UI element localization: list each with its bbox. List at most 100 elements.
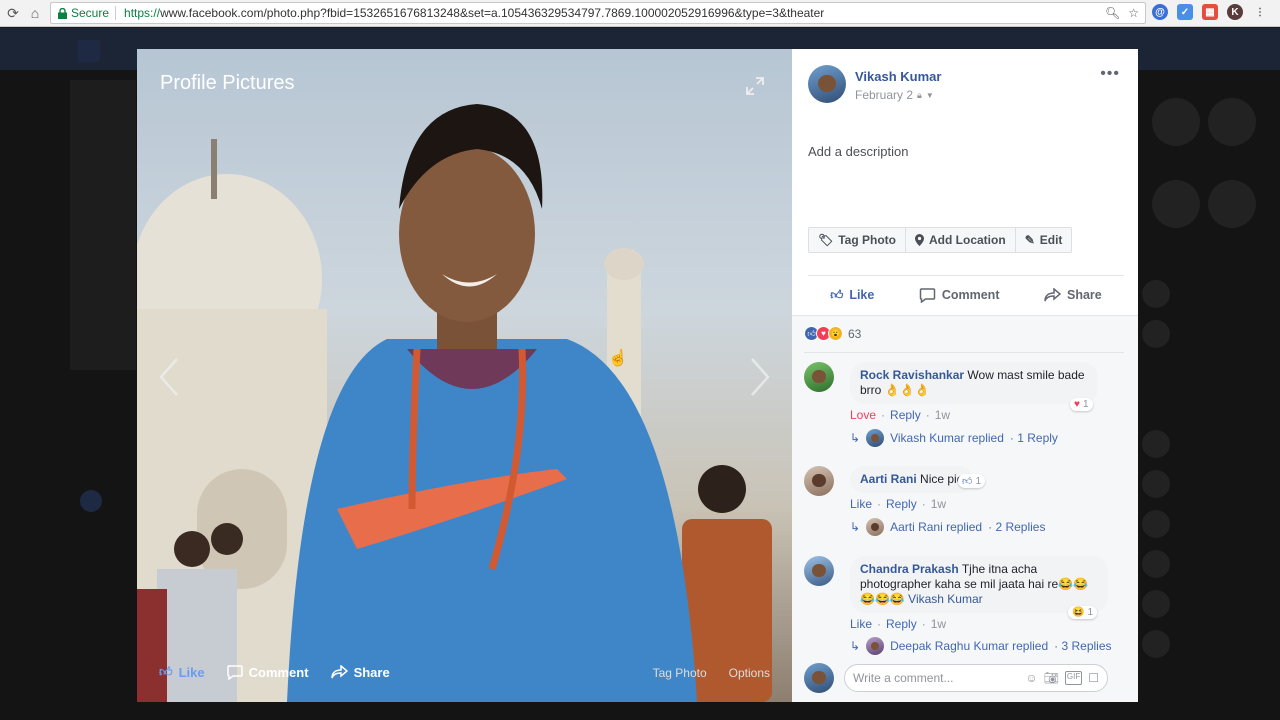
comment-item: Rock Ravishankar Wow mast smile bade brr… [804,362,1126,452]
post-actions: 👍︎ Like Comment Share [808,281,1124,309]
badge-count: 1 [1082,399,1089,410]
privacy-dropdown-icon[interactable]: ▼ [926,91,934,100]
replier-avatar [866,637,885,655]
share-button[interactable]: Share [1044,288,1102,302]
url-scheme: https:// [124,6,161,20]
expand-fullscreen-icon[interactable] [746,77,764,98]
author-name-link[interactable]: Vikash Kumar [855,69,941,84]
comment-bubble: Aarti Rani Nice pic [850,466,973,493]
comment-reaction-badge[interactable]: ♥ 1 [1070,398,1093,411]
extension-icon-2[interactable]: ✓ [1177,4,1193,20]
comment-button[interactable]: Comment [919,287,1000,303]
reply-link[interactable]: Reply [890,408,921,422]
view-replies-link[interactable]: ↳ Vikash Kumar replied · 1 Reply [850,429,1058,447]
menu-icon[interactable]: ⋮ [1252,4,1268,20]
divider [808,275,1124,276]
comment-time[interactable]: 1w [931,497,946,511]
comment-meta: Like · Reply · 1w [850,497,947,511]
post-date: February 2 🔒︎ ▼ [855,88,941,102]
thumbs-up-icon: 👍︎ [159,664,173,679]
extension-icon-1[interactable]: @ [1152,4,1168,20]
write-comment-row: Write a comment... ☺ 📷︎ GIF ☐ [804,663,1108,693]
add-location-label: Add Location [929,233,1006,247]
reply-count: · 1 Reply [1009,431,1058,445]
like-button[interactable]: 👍︎ Like [830,288,874,303]
reply-author: Vikash Kumar replied [890,431,1004,445]
view-replies-link[interactable]: ↳ Aarti Rani replied · 2 Replies [850,518,1045,536]
commenter-name[interactable]: Rock Ravishankar [860,368,964,382]
extension-icon-3[interactable]: ▦ [1202,4,1218,20]
current-user-avatar[interactable] [804,663,834,693]
comment-input[interactable]: Write a comment... ☺ 📷︎ GIF ☐ [844,664,1108,692]
lock-icon [58,7,67,19]
photo-options-link[interactable]: Options [729,666,770,680]
commenter-name[interactable]: Aarti Rani [860,472,917,486]
comment-text: Wow mast smile bade [967,368,1085,382]
comment-time[interactable]: 1w [935,408,950,422]
mention-link[interactable]: Vikash Kumar [908,592,982,606]
reply-author: Deepak Raghu Kumar replied [890,639,1049,653]
zoom-icon[interactable]: 🔍︎ [1105,6,1120,20]
thumbs-up-icon: 👍︎ [830,287,844,302]
address-bar[interactable]: Secure https://www.facebook.com/photo.ph… [50,2,1146,24]
extension-icon-4[interactable]: K [1227,4,1243,20]
reply-link[interactable]: Reply [886,617,917,631]
edit-label: Edit [1039,233,1063,247]
add-location-button[interactable]: Add Location [906,228,1016,252]
divider [804,352,1124,353]
comment-reaction-badge[interactable]: 👍︎ 1 [958,474,986,488]
url-rest: www.facebook.com/photo.php?fbid=15326516… [160,6,825,20]
sticker-icon[interactable]: ☐ [1088,671,1099,685]
wow-reaction-icon: 😮 [828,326,843,341]
author-avatar[interactable] [808,65,846,103]
photo-like-button[interactable]: 👍︎ Like [159,664,205,680]
reaction-summary[interactable]: 👍︎ ♥ 😮 63 [804,326,861,341]
emoji-icon[interactable]: ☺ [1025,671,1037,685]
commenter-avatar[interactable] [804,362,834,392]
badge-count: 1 [975,475,982,487]
add-description-link[interactable]: Add a description [808,144,908,159]
secure-indicator[interactable]: Secure [51,6,117,20]
like-link[interactable]: Like [850,497,872,511]
commenter-avatar[interactable] [804,556,834,586]
previous-photo-arrow[interactable] [159,357,179,400]
commenter-name[interactable]: Chandra Prakash [860,562,959,576]
reply-author: Aarti Rani replied [890,520,983,534]
reply-count: · 2 Replies [988,520,1046,534]
comments-section: 👍︎ ♥ 😮 63 Rock Ravishankar Wow mast smil… [792,315,1138,702]
photo-share-button[interactable]: Share [330,665,390,680]
commenter-avatar[interactable] [804,466,834,496]
gif-icon[interactable]: GIF [1064,671,1083,685]
more-options-icon[interactable]: ••• [1100,65,1120,83]
privacy-lock-icon[interactable]: 🔒︎ [917,90,922,101]
tag-photo-button[interactable]: 🏷︎ Tag Photo [809,228,907,252]
reply-arrow-icon: ↳ [850,639,861,653]
view-replies-link[interactable]: ↳ Deepak Raghu Kumar replied · 3 Replies [850,637,1112,655]
comment-icon [919,287,936,303]
album-title[interactable]: Profile Pictures [160,72,295,95]
camera-icon[interactable]: 📷︎ [1044,671,1059,685]
reply-link[interactable]: Reply [886,497,917,511]
bookmark-star-icon[interactable]: ☆ [1128,6,1139,20]
reply-arrow-icon: ↳ [850,431,861,445]
url-text[interactable]: https://www.facebook.com/photo.php?fbid=… [116,6,824,20]
tag-icon: 🏷︎ [818,233,834,247]
share-icon [1044,288,1061,302]
photo-tag-photo-link[interactable]: Tag Photo [653,666,707,680]
edit-button[interactable]: ✎ Edit [1015,228,1072,252]
comment-bubble: Rock Ravishankar Wow mast smile bade brr… [850,362,1098,404]
love-reaction-link[interactable]: Love [850,408,876,422]
like-link[interactable]: Like [850,617,872,631]
photo-viewer[interactable]: Profile Pictures 👍︎ Like Comment Share Ta… [137,49,792,702]
badge-count: 1 [1087,607,1094,618]
photo-comment-button[interactable]: Comment [226,665,309,680]
reload-icon[interactable]: ⟳ [2,2,24,24]
replier-avatar [866,429,885,447]
comment-reaction-badge[interactable]: 😆 1 [1068,606,1098,619]
next-photo-arrow[interactable] [750,357,770,400]
home-icon[interactable]: ⌂ [24,2,46,24]
comment-time[interactable]: 1w [931,617,946,631]
post-date-text[interactable]: February 2 [855,88,913,102]
location-pin-icon [915,234,925,246]
like-reaction-icon: 👍︎ [962,476,973,487]
